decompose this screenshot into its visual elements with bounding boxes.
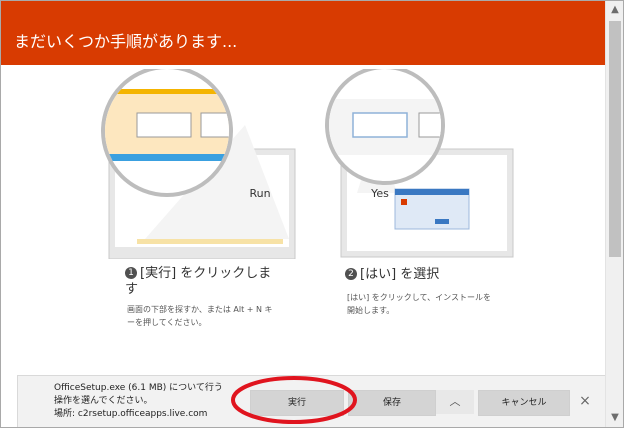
step-1-number-badge: 1 xyxy=(125,266,137,279)
scroll-thumb[interactable] xyxy=(609,21,621,257)
download-prompt-text: OfficeSetup.exe (6.1 MB) について行う 操作を選んでくだ… xyxy=(54,383,223,419)
step-1-title: 1 [実行] をクリックしま す xyxy=(125,266,272,297)
step-2-number-badge: 2 xyxy=(345,267,357,280)
scroll-up-icon[interactable]: ▲ xyxy=(606,1,623,19)
run-button-image-label: Run xyxy=(249,187,271,200)
save-options-chevron-icon[interactable]: ︿ xyxy=(436,390,474,414)
cancel-button[interactable]: キャンセル xyxy=(478,390,570,416)
download-notification-bar: OfficeSetup.exe (6.1 MB) について行う 操作を選んでくだ… xyxy=(17,375,606,427)
step-2-title: 2 [はい] を選択 xyxy=(345,267,535,283)
yes-illustration: Yes xyxy=(317,69,517,259)
installer-window: まだいくつか手順があります... Run Yes 1 [実行] をクリックしま … xyxy=(0,0,624,428)
page-title: まだいくつか手順があります... xyxy=(14,32,238,51)
scroll-down-icon[interactable]: ▼ xyxy=(606,409,623,427)
yes-button-image-label: Yes xyxy=(371,187,389,200)
close-icon[interactable]: × xyxy=(576,389,594,413)
step-1-description: 画面の下部を探すか、または Alt + N キ ーを押してください。 xyxy=(127,305,273,327)
vertical-scrollbar[interactable]: ▲ ▼ xyxy=(605,1,623,427)
step-2-description: [はい] をクリックして、インストールを 開始します。 xyxy=(347,293,491,315)
header-bar: まだいくつか手順があります... xyxy=(1,1,605,65)
save-button[interactable]: 保存 xyxy=(348,390,436,416)
run-illustration: Run xyxy=(97,69,297,259)
run-button[interactable]: 実行 xyxy=(250,390,344,416)
